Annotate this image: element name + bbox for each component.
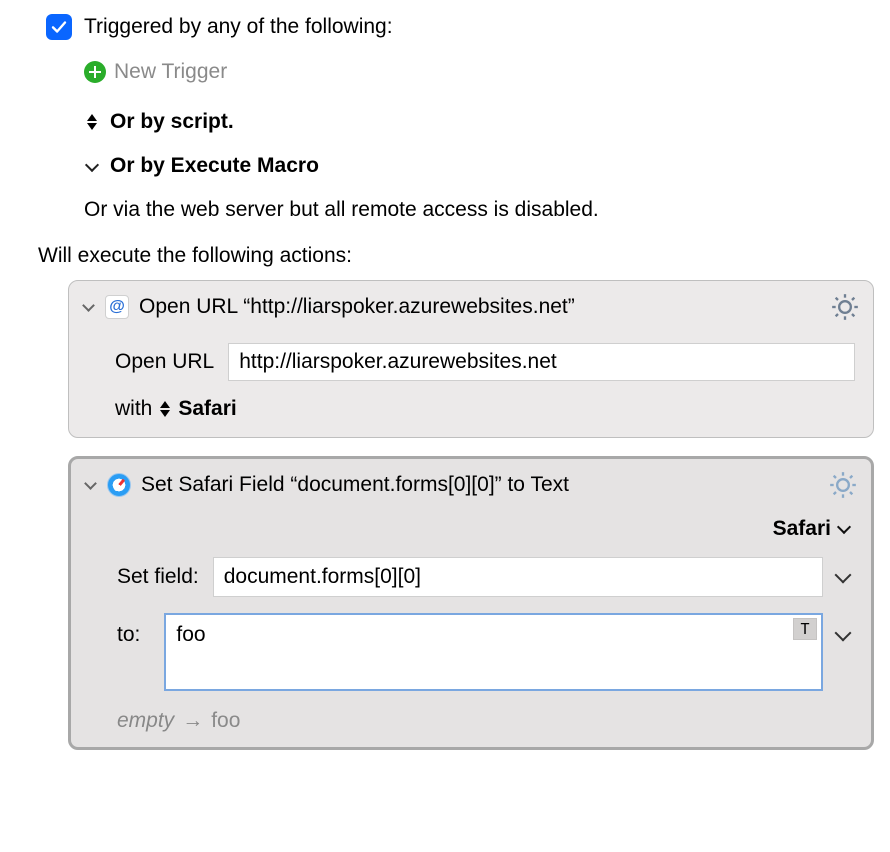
browser-selector-label: Safari [773, 517, 831, 541]
open-url-field-label: Open URL [115, 350, 214, 374]
action-set-safari-field-header: Set Safari Field “document.forms[0][0]” … [71, 459, 871, 511]
or-by-script-row[interactable]: Or by script. [84, 110, 880, 134]
or-by-execute-macro-label: Or by Execute Macro [110, 154, 319, 178]
result-new-value: foo [211, 709, 240, 733]
action-gear-button[interactable] [829, 471, 857, 499]
or-by-script-label: Or by script. [110, 110, 234, 134]
trigger-header-label: Triggered by any of the following: [84, 15, 393, 39]
plus-circle-icon [84, 61, 106, 83]
trigger-header-row: Triggered by any of the following: [46, 14, 880, 40]
or-by-execute-macro-row[interactable]: Or by Execute Macro [84, 154, 880, 178]
result-preview-row: empty → foo [71, 691, 871, 747]
action-set-safari-field-title: Set Safari Field “document.forms[0][0]” … [141, 473, 569, 497]
url-app-icon: @ [105, 295, 129, 319]
updown-arrows-icon [84, 112, 100, 132]
arrow-right-icon: → [182, 709, 203, 733]
safari-app-icon [107, 473, 131, 497]
browser-selector-dropdown[interactable]: Safari [773, 517, 849, 541]
gear-icon [829, 471, 857, 499]
action-open-url-card[interactable]: @ Open URL “http://liarspoker.azurewebsi… [68, 280, 874, 438]
new-trigger-button[interactable]: New Trigger [84, 60, 880, 84]
trigger-enabled-checkbox[interactable] [46, 14, 72, 40]
web-server-note: Or via the web server but all remote acc… [84, 198, 880, 222]
token-insert-button[interactable]: T [793, 618, 817, 640]
result-prev-value: empty [117, 709, 174, 733]
open-url-input[interactable] [228, 343, 855, 381]
chevron-down-icon[interactable] [835, 625, 852, 642]
gear-icon [831, 293, 859, 321]
chevron-down-icon[interactable] [835, 567, 852, 584]
action-open-url-header: @ Open URL “http://liarspoker.azurewebsi… [69, 281, 873, 333]
disclosure-toggle[interactable] [81, 300, 95, 314]
browser-selector-row: Safari [71, 511, 871, 549]
action-open-url-body: Open URL with Safari [69, 333, 873, 437]
to-value-textarea[interactable] [164, 613, 823, 691]
action-gear-button[interactable] [831, 293, 859, 321]
set-field-path-input[interactable] [213, 557, 823, 597]
action-open-url-title: Open URL “http://liarspoker.azurewebsite… [139, 295, 575, 319]
with-label: with [115, 397, 152, 421]
macro-editor-panel: Triggered by any of the following: New T… [0, 0, 890, 798]
new-trigger-label: New Trigger [114, 60, 227, 84]
updown-arrows-icon[interactable] [160, 401, 170, 417]
action-set-safari-field-card[interactable]: Set Safari Field “document.forms[0][0]” … [68, 456, 874, 750]
open-url-browser-select[interactable]: Safari [178, 397, 236, 421]
set-field-label: Set field: [117, 565, 199, 589]
check-icon [50, 18, 68, 36]
disclosure-toggle[interactable] [83, 478, 97, 492]
chevron-down-icon [837, 520, 851, 534]
to-label: to: [117, 613, 140, 647]
actions-section-label: Will execute the following actions: [38, 244, 880, 268]
chevron-down-icon [84, 156, 100, 176]
